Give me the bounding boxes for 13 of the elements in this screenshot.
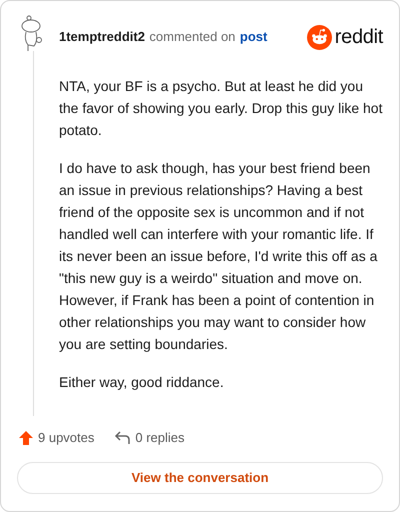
post-link[interactable]: post [240, 29, 268, 44]
brand-name: reddit [334, 25, 383, 50]
comment-paragraph: NTA, your BF is a psycho. But at least he did you the favor of showing you early. Drop this guy like hot potato. [59, 77, 383, 140]
action-text: commented on [149, 29, 236, 44]
reply-icon[interactable] [114, 430, 132, 446]
reddit-logo-icon [306, 24, 332, 50]
comment-paragraph: I do have to ask though, has your best friend been an issue in previous relationships? Having a best friend of the opposite sex is uncommon and if not handled well can interfere with your romantic life. If its never been an issue before, I'd write this off as a "this new guy is a weirdo" situation and move on. However, if Frank has been a point of contention in other relationships you may want to consider how you are setting boundaries. [59, 159, 378, 354]
reply-count: 0 replies [135, 429, 185, 447]
comment-paragraph: Either way, good riddance. [59, 373, 225, 392]
view-conversation-button[interactable]: View the conversation [17, 462, 383, 494]
author-name[interactable]: 1temptreddit2 [59, 29, 145, 44]
upvote-icon[interactable] [18, 430, 34, 446]
upvote-count: 9 upvotes [38, 429, 94, 447]
